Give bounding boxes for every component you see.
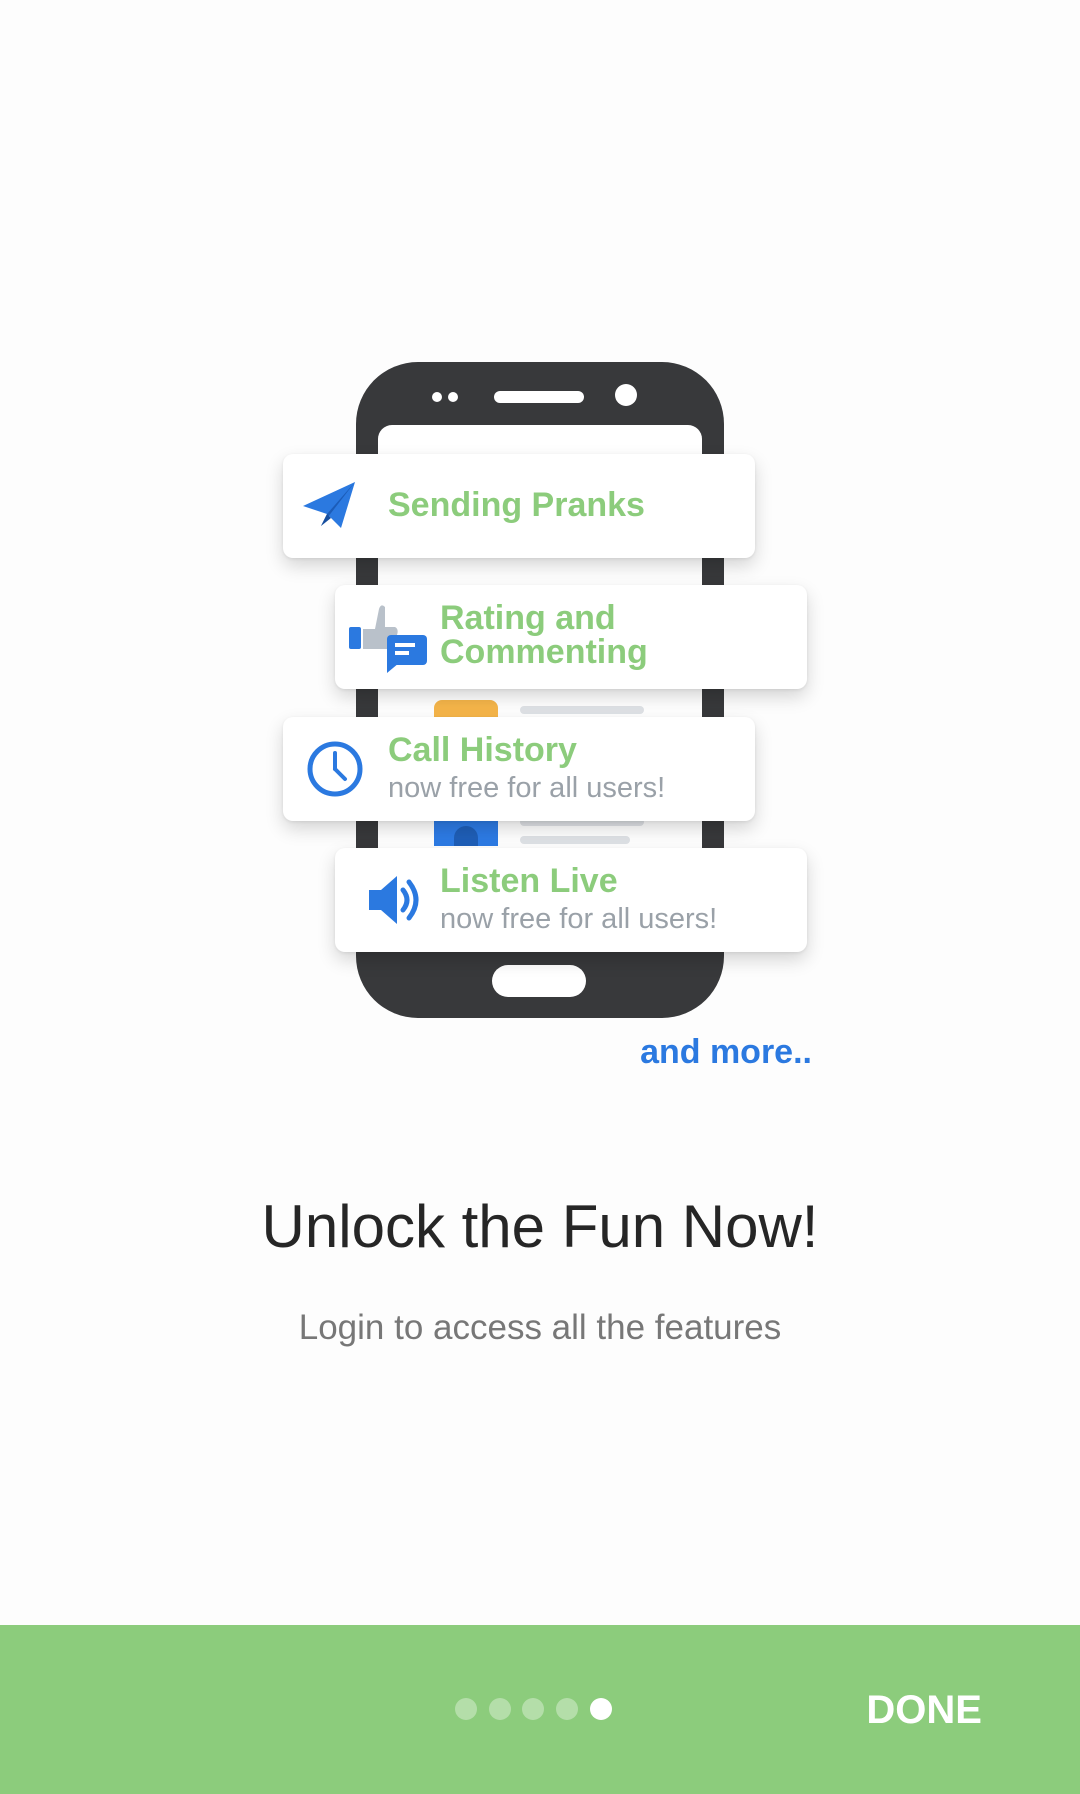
page-subtitle: Login to access all the features bbox=[298, 1308, 782, 1347]
phone-sensor bbox=[448, 392, 458, 402]
feature-subtitle: now free for all users! bbox=[388, 772, 666, 804]
page-indicator-dot[interactable] bbox=[455, 1698, 477, 1720]
page-indicator-dot[interactable] bbox=[522, 1698, 544, 1720]
page-indicator-dot-active[interactable] bbox=[590, 1698, 612, 1720]
phone-sensor bbox=[432, 392, 442, 402]
page-title: Unlock the Fun Now! bbox=[261, 1193, 819, 1260]
feature-title: Call History bbox=[388, 731, 577, 769]
thumbs-up-comment-icon bbox=[347, 601, 429, 673]
feature-title: Sending Pranks bbox=[388, 486, 645, 524]
feature-card-call-history: Call History now free for all users! bbox=[283, 717, 755, 821]
phone-speaker bbox=[494, 391, 584, 403]
feature-card-listen-live: Listen Live now free for all users! bbox=[335, 848, 807, 952]
speaker-icon bbox=[367, 874, 423, 926]
and-more-label: and more.. bbox=[640, 1033, 812, 1071]
done-button[interactable]: DONE bbox=[866, 1688, 982, 1732]
feature-subtitle: now free for all users! bbox=[440, 903, 718, 935]
clock-icon bbox=[305, 739, 365, 799]
paper-plane-icon bbox=[301, 478, 357, 534]
feature-title-line2: Commenting bbox=[440, 633, 648, 671]
page-indicator-dot[interactable] bbox=[489, 1698, 511, 1720]
screen-deco-avatar-face bbox=[454, 826, 478, 846]
feature-card-sending-pranks: Sending Pranks bbox=[283, 454, 755, 558]
phone-home-button bbox=[492, 965, 586, 997]
screen-deco-line bbox=[520, 836, 630, 844]
feature-card-rating-commenting: Rating and Commenting bbox=[335, 585, 807, 689]
page-indicator-dot[interactable] bbox=[556, 1698, 578, 1720]
screen-deco-line bbox=[520, 706, 644, 714]
phone-camera bbox=[615, 384, 637, 406]
feature-title-line1: Rating and bbox=[440, 599, 616, 637]
feature-title: Listen Live bbox=[440, 862, 618, 900]
